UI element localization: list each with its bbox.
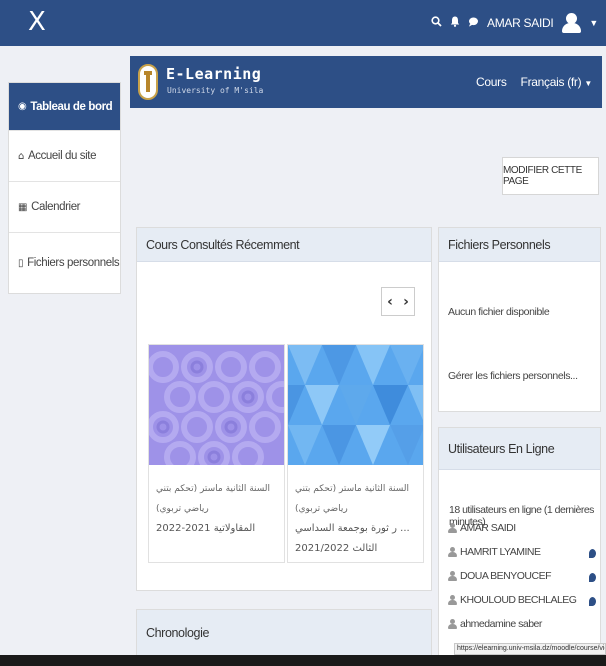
- course-card[interactable]: السنة الثانية ماستر (تحكم بتني رياضي ترب…: [148, 344, 285, 563]
- link-status-bar: https://elearning.univ-msila.dz/moodle/c…: [454, 643, 606, 655]
- block-title: Cours Consultés Récemment: [137, 228, 431, 262]
- edit-page-button[interactable]: MODIFIER CETTE PAGE: [502, 157, 599, 195]
- sidebar-item-label: Calendrier: [31, 201, 81, 213]
- online-user-name[interactable]: ahmedamine saber: [460, 618, 542, 630]
- no-files-message: Aucun fichier disponible: [448, 306, 550, 318]
- bottom-edge: [0, 655, 606, 666]
- file-icon: ▯: [18, 257, 24, 269]
- site-banner: E-Learning University of M'sila Cours Fr…: [130, 56, 602, 108]
- course-title[interactable]: السنة الثانية ماستر (تحكم بتني رياضي ترب…: [288, 465, 423, 559]
- sidebar-item-label: Tableau de bord: [30, 100, 113, 113]
- course-title[interactable]: السنة الثانية ماستر (تحكم بتني رياضي ترب…: [149, 465, 284, 539]
- sidebar-nav: ◉ Tableau de bord ⌂ Accueil du site ▦ Ca…: [8, 82, 121, 294]
- user-icon: [448, 523, 457, 533]
- brand-title[interactable]: E-Learning: [166, 65, 261, 83]
- block-title: Utilisateurs En Ligne: [439, 428, 600, 470]
- user-icon: [448, 619, 457, 629]
- online-user-name[interactable]: KHOULOUD BECHLALEG: [460, 594, 577, 606]
- user-icon: [448, 571, 457, 581]
- course-pattern-image: [149, 345, 284, 465]
- online-user-row[interactable]: AMAR SAIDI: [448, 520, 598, 536]
- top-navbar: X AMAR SAIDI ▼: [0, 0, 606, 46]
- user-menu-area: AMAR SAIDI ▼: [431, 0, 598, 46]
- sidebar-item-dashboard[interactable]: ◉ Tableau de bord: [9, 83, 120, 131]
- sidebar-item-home[interactable]: ⌂ Accueil du site: [9, 131, 120, 182]
- home-icon: ⌂: [18, 150, 24, 162]
- sidebar-item-label: Fichiers personnels: [27, 257, 120, 269]
- course-pattern-image: [288, 345, 423, 465]
- brand-subtitle: University of M'sila: [167, 86, 264, 95]
- calendar-icon: ▦: [18, 201, 28, 213]
- recent-courses-block: Cours Consultés Récemment ‹ › السنة الثا…: [136, 227, 432, 591]
- sidebar-item-label: Accueil du site: [27, 150, 97, 162]
- chevron-down-icon[interactable]: ▼: [589, 18, 598, 28]
- user-icon: [448, 547, 457, 557]
- private-files-block: Fichiers Personnels Aucun fichier dispon…: [438, 227, 601, 412]
- message-icon[interactable]: [589, 549, 596, 558]
- sidebar-item-files[interactable]: ▯ Fichiers personnels: [9, 233, 120, 293]
- language-menu[interactable]: Français (fr) ▼: [520, 75, 593, 89]
- close-icon[interactable]: X: [28, 9, 46, 35]
- course-line-2: ... ر ثورة بوجمعة السداسي الثالث 2021/20…: [295, 523, 410, 554]
- online-user-row[interactable]: HAMRIT LYAMINE: [448, 544, 598, 560]
- chevron-down-icon: ▼: [584, 79, 592, 88]
- online-user-row[interactable]: ahmedamine saber: [448, 616, 598, 632]
- block-title: Chronologie: [137, 610, 431, 656]
- course-card[interactable]: السنة الثانية ماستر (تحكم بتني رياضي ترب…: [287, 344, 424, 563]
- user-icon: [448, 595, 457, 605]
- course-line-1: السنة الثانية ماستر (تحكم بتني رياضي ترب…: [156, 484, 271, 514]
- language-label: Français (fr): [520, 75, 582, 89]
- message-icon[interactable]: [589, 573, 596, 582]
- online-user-row[interactable]: KHOULOUD BECHLALEG: [448, 592, 598, 608]
- carousel-pager: ‹ ›: [381, 287, 415, 316]
- chevron-right-icon[interactable]: ›: [403, 294, 409, 310]
- course-line-2: المقاولاتية 2021-2022: [156, 523, 256, 534]
- university-logo[interactable]: [138, 64, 158, 100]
- banner-nav: Cours Français (fr) ▼: [476, 56, 592, 108]
- online-user-name[interactable]: DOUA BENYOUCEF: [460, 570, 552, 582]
- search-icon[interactable]: [431, 16, 442, 30]
- nav-cours-link[interactable]: Cours: [476, 75, 507, 89]
- dashboard-icon: ◉: [18, 101, 27, 112]
- chevron-left-icon[interactable]: ‹: [387, 294, 393, 310]
- online-user-name[interactable]: AMAR SAIDI: [460, 522, 516, 534]
- online-user-name[interactable]: HAMRIT LYAMINE: [460, 546, 541, 558]
- block-title: Fichiers Personnels: [439, 228, 600, 262]
- online-users-block: Utilisateurs En Ligne 18 utilisateurs en…: [438, 427, 601, 666]
- message-icon[interactable]: [589, 597, 596, 606]
- bell-icon[interactable]: [450, 16, 460, 30]
- online-user-row[interactable]: DOUA BENYOUCEF: [448, 568, 598, 584]
- sidebar-item-calendar[interactable]: ▦ Calendrier: [9, 182, 120, 233]
- user-name[interactable]: AMAR SAIDI: [487, 16, 554, 30]
- manage-files-link[interactable]: Gérer les fichiers personnels...: [448, 370, 578, 382]
- course-line-1: السنة الثانية ماستر (تحكم بتني رياضي ترب…: [295, 484, 410, 514]
- avatar[interactable]: [561, 13, 582, 33]
- chat-icon[interactable]: [468, 17, 479, 30]
